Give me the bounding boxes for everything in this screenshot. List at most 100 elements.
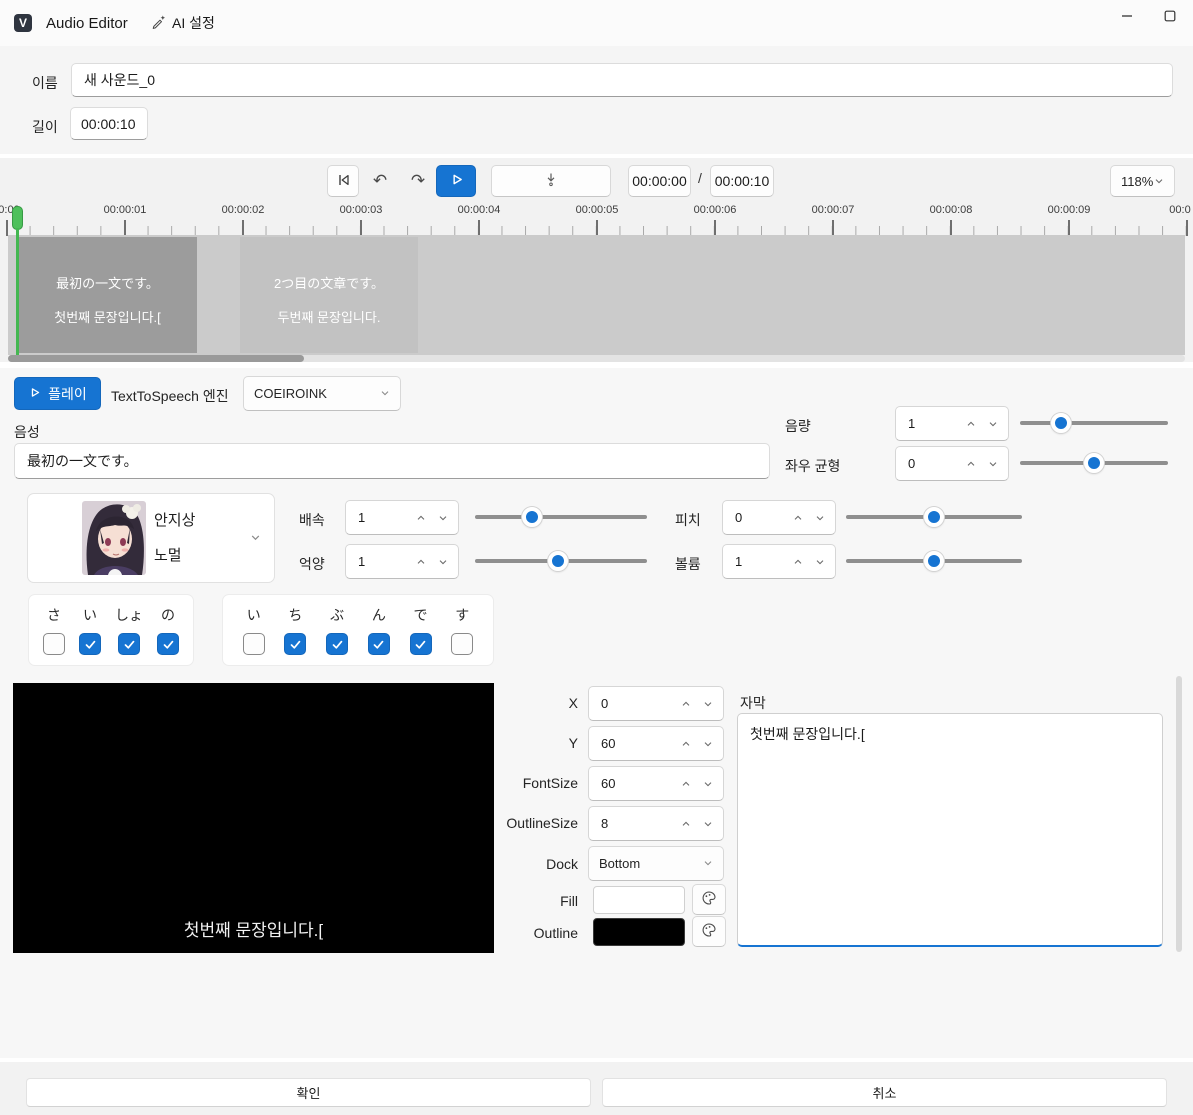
ruler-label: 00:00:05 [576,204,619,216]
chevron-up-icon[interactable] [410,506,432,530]
mora-kana: の [161,605,175,625]
chevron-up-icon[interactable] [960,412,982,436]
mora-kana: で [414,605,428,625]
redo-button[interactable]: ↷ [402,165,434,197]
chevron-up-icon[interactable] [675,692,697,716]
pitch-spinner[interactable]: 0 [722,500,836,535]
chevron-up-icon[interactable] [675,772,697,796]
chevron-down-icon[interactable] [982,452,1004,476]
chevron-down-icon[interactable] [809,506,831,530]
slider-thumb[interactable] [522,507,542,527]
track-area[interactable]: 最初の一文です。 첫번째 문장입니다.[ 2つ目の文章です。 두번째 문장입니다… [8,235,1185,355]
slider-thumb[interactable] [1084,453,1104,473]
subtitle-textarea[interactable]: 첫번째 문장입니다.[ [737,713,1163,947]
timeline-ruler[interactable]: 0:00 00:00:01 00:00:02 00:00:03 00:00:04… [0,204,1193,220]
chevron-down-icon[interactable] [432,506,454,530]
timeline-hscrollbar[interactable] [8,355,1185,362]
mora-group-2: い ち ぶ ん で す [222,594,494,666]
gain-slider[interactable] [1020,413,1168,433]
timeline-hscrollbar-thumb[interactable] [8,355,304,362]
pitch-slider[interactable] [846,507,1022,527]
chevron-up-icon[interactable] [787,506,809,530]
gain-spinner[interactable]: 1 [895,406,1009,441]
x-spinner[interactable]: 0 [588,686,724,721]
dock-select[interactable]: Bottom [588,846,724,881]
name-input[interactable] [71,63,1173,97]
engine-select[interactable]: COEIROINK [243,376,401,411]
intonation-spinner[interactable]: 1 [345,544,459,579]
transport-play-button[interactable] [436,165,476,197]
chevron-up-icon[interactable] [960,452,982,476]
chevron-up-icon[interactable] [675,812,697,836]
record-device-dropdown[interactable] [491,165,611,197]
chevron-down-icon[interactable] [697,692,719,716]
mora-checkbox[interactable] [243,633,265,655]
outline-color-picker-button[interactable] [692,916,726,947]
slider-track [1020,421,1168,425]
chevron-down-icon[interactable] [809,550,831,574]
ruler-label: 00:00:02 [222,204,265,216]
minimize-button[interactable] [1112,3,1142,29]
undo-button[interactable]: ↶ [364,165,396,197]
fill-color-swatch[interactable] [593,886,685,914]
skip-to-start-button[interactable] [327,165,359,197]
total-time-field[interactable]: 00:00:10 [710,165,774,197]
mora-checkbox[interactable] [43,633,65,655]
playhead-handle[interactable] [12,206,23,230]
chevron-up-icon[interactable] [787,550,809,574]
mora-kana: ぶ [330,605,344,625]
tts-play-button[interactable]: 플레이 [14,377,101,410]
mora-checkbox[interactable] [368,633,390,655]
fontsize-spinner[interactable]: 60 [588,766,724,801]
panel-vscrollbar-thumb[interactable] [1176,676,1182,952]
character-select[interactable]: 안지상 노멀 [27,493,275,583]
fill-color-picker-button[interactable] [692,884,726,915]
mora-checkbox[interactable] [118,633,140,655]
balance-spinner[interactable]: 0 [895,446,1009,481]
chevron-down-icon[interactable] [982,412,1004,436]
audio-clip[interactable]: 2つ目の文章です。 두번째 문장입니다. [240,237,418,353]
palette-icon [701,890,717,909]
maximize-button[interactable] [1155,3,1185,29]
slider-thumb[interactable] [1051,413,1071,433]
chevron-down-icon[interactable] [697,732,719,756]
chevron-down-icon[interactable] [432,550,454,574]
speed-slider[interactable] [475,507,647,527]
chevron-down-icon[interactable] [697,772,719,796]
audio-clip-selected[interactable]: 最初の一文です。 첫번째 문장입니다.[ [18,237,197,353]
mora-item: い [243,605,265,655]
voice-text-input[interactable] [14,443,770,479]
chevron-down-icon[interactable] [697,812,719,836]
app-logo: V [14,14,32,32]
current-time-field[interactable]: 00:00:00 [628,165,691,197]
ok-button[interactable]: 확인 [26,1078,591,1107]
length-input[interactable] [70,107,148,140]
ruler-ticks [0,220,1193,236]
character-name: 안지상 [154,509,195,530]
slider-thumb[interactable] [924,507,944,527]
ai-settings-label: AI 설정 [172,13,215,33]
volume-spinner[interactable]: 1 [722,544,836,579]
volume-slider[interactable] [846,551,1022,571]
outline-color-swatch[interactable] [593,918,685,946]
ai-settings-menu-item[interactable]: AI 설정 [145,10,221,36]
slider-thumb[interactable] [548,551,568,571]
zoom-select[interactable]: 118% [1110,165,1175,197]
mora-checkbox[interactable] [157,633,179,655]
balance-slider[interactable] [1020,453,1168,473]
outlinesize-spinner[interactable]: 8 [588,806,724,841]
mora-checkbox[interactable] [451,633,473,655]
slider-thumb[interactable] [924,551,944,571]
cancel-button[interactable]: 취소 [602,1078,1167,1107]
mora-checkbox[interactable] [284,633,306,655]
mora-checkbox[interactable] [410,633,432,655]
mora-item: さ [43,605,65,655]
chevron-up-icon[interactable] [675,732,697,756]
intonation-slider[interactable] [475,551,647,571]
mora-checkbox[interactable] [79,633,101,655]
engine-value: COEIROINK [254,386,380,401]
y-spinner[interactable]: 60 [588,726,724,761]
chevron-up-icon[interactable] [410,550,432,574]
speed-spinner[interactable]: 1 [345,500,459,535]
mora-checkbox[interactable] [326,633,348,655]
